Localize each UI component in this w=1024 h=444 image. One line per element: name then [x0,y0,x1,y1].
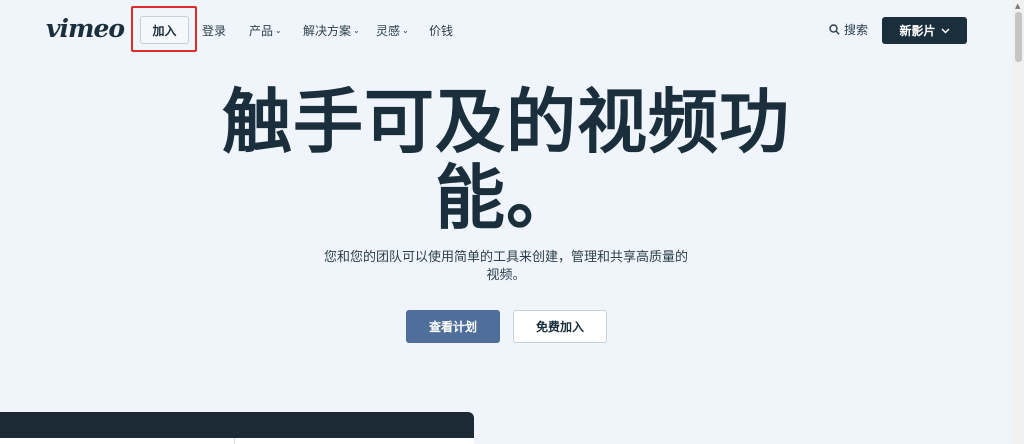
vertical-scrollbar[interactable]: ▲ [1012,0,1024,444]
nav-item-products[interactable]: 产品 ⌄ [249,22,282,39]
view-plans-button[interactable]: 查看计划 [406,310,500,343]
nav-item-solutions[interactable]: 解决方案 ⌄ [303,22,360,39]
join-free-button[interactable]: 免费加入 [513,310,607,343]
hero-subtitle: 您和您的团队可以使用简单的工具来创建，管理和共享高质量的视频。 [323,250,688,283]
nav-item-label: 灵感 [376,24,401,38]
top-navigation: vimeo 加入 登录 产品 ⌄ 解决方案 ⌄ 灵感 ⌄ 价钱 搜索 新影片 [0,0,1012,62]
hero-title: 触手可及的视频功能。 [222,81,790,239]
preview-header-bar [0,412,474,438]
join-button[interactable]: 加入 [140,16,189,44]
chevron-down-icon: ⌄ [353,26,360,35]
nav-item-pricing[interactable]: 价钱 [429,22,453,39]
search-icon [829,24,840,35]
divider [234,438,235,444]
login-label: 登录 [202,24,227,38]
product-preview-window [0,412,474,444]
chevron-down-icon [940,27,950,34]
new-video-label: 新影片 [899,24,936,38]
nav-item-label: 价钱 [429,24,454,38]
search-button[interactable]: 搜索 [829,21,868,38]
new-video-button[interactable]: 新影片 [882,17,967,44]
vimeo-logo[interactable]: vimeo [46,14,125,43]
chevron-down-icon: ⌄ [402,26,409,35]
nav-item-label: 产品 [249,24,274,38]
scrollbar-thumb[interactable] [1015,12,1022,62]
scroll-up-arrow-icon[interactable]: ▲ [1015,2,1020,10]
nav-item-inspiration[interactable]: 灵感 ⌄ [376,22,409,39]
search-label: 搜索 [844,23,869,37]
nav-item-label: 解决方案 [303,24,352,38]
chevron-down-icon: ⌄ [275,26,282,35]
login-link[interactable]: 登录 [202,22,226,39]
